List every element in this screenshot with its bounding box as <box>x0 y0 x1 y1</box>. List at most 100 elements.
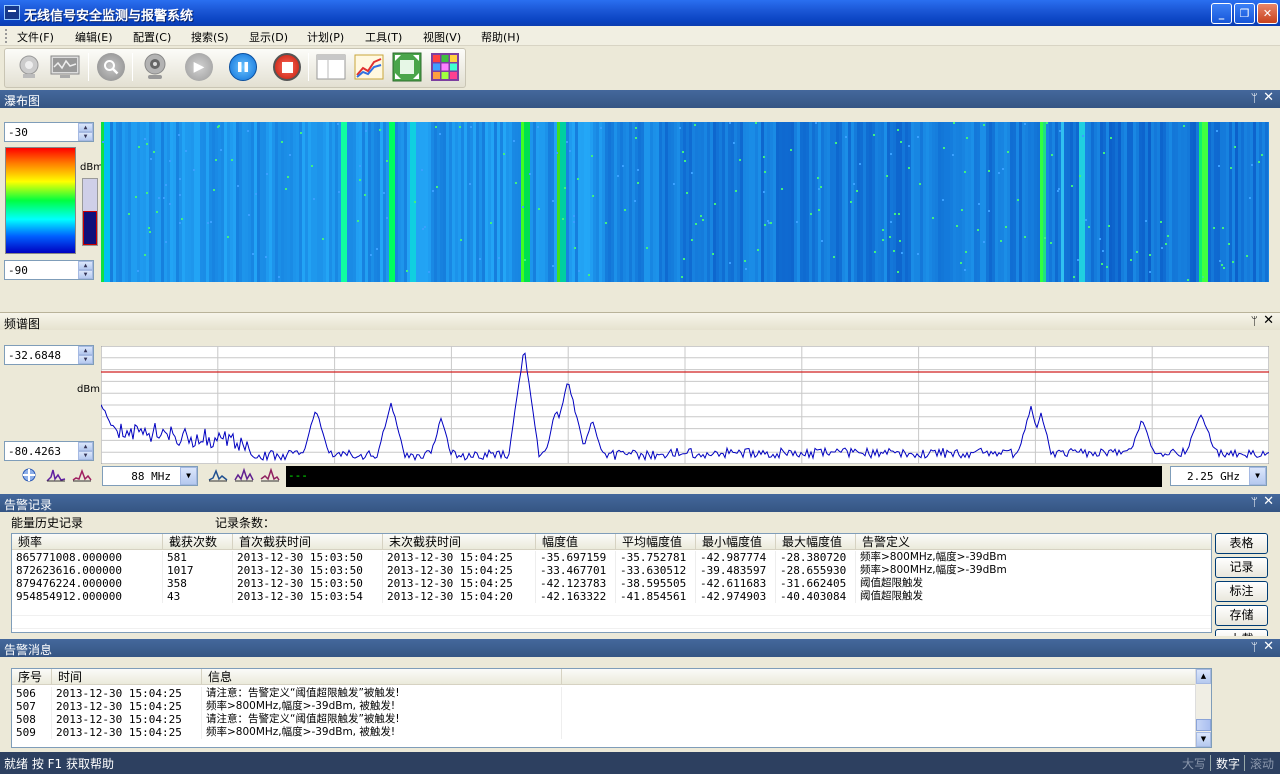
upload-button[interactable]: 上载 <box>1215 629 1268 636</box>
start-freq-select[interactable]: 88 MHz ▼ <box>102 466 198 486</box>
column-header[interactable]: 时间 <box>52 669 202 685</box>
close-button[interactable]: ✕ <box>1257 3 1278 24</box>
column-header[interactable]: 最大幅度值 <box>776 534 856 550</box>
waterfall-title: 瀑布图 <box>4 94 41 108</box>
chevron-down-icon[interactable]: ▼ <box>1249 467 1266 485</box>
waterfall-speckle <box>763 156 765 158</box>
pin-icon[interactable]: ᛘ <box>1251 495 1258 509</box>
pause-icon[interactable] <box>226 51 260 83</box>
column-header[interactable]: 幅度值 <box>536 534 616 550</box>
spin-buttons[interactable]: ▲ ▼ <box>78 346 93 364</box>
scroll-down-icon[interactable]: ▼ <box>1196 732 1211 747</box>
table-row[interactable]: 506 2013-12-30 15:04:25 请注意：告警定义“阈值超限触发”被触… <box>12 687 562 700</box>
vertical-scrollbar[interactable]: ▲ ▼ <box>1195 669 1211 747</box>
minimize-button[interactable]: _ <box>1211 3 1232 24</box>
table-row[interactable]: 879476224.000000 358 2013-12-30 15:03:50 20… <box>12 577 1211 590</box>
column-header[interactable]: 首次截获时间 <box>233 534 383 550</box>
spectrum-min-input[interactable]: -80.4263 ▲ ▼ <box>4 441 94 461</box>
alarm-messages-table[interactable]: 序号 时间 信息 ▲ ▼ 506 2013-12-30 15:04:25 请注意：告警定… <box>11 668 1212 748</box>
scroll-up-icon[interactable]: ▲ <box>1196 669 1211 684</box>
waterfall-max-input[interactable]: -30 ▲ ▼ <box>4 122 94 142</box>
annotate-button[interactable]: 标注 <box>1215 581 1268 602</box>
chart-icon[interactable] <box>352 51 386 83</box>
table-cell: 频率>800MHz,幅度>-39dBm <box>856 551 1211 564</box>
marker-peak-icon[interactable] <box>208 467 228 483</box>
table-row[interactable]: 508 2013-12-30 15:04:25 请注意：告警定义“阈值超限触发”被触… <box>12 713 562 726</box>
chevron-down-icon[interactable]: ▼ <box>180 467 197 485</box>
spectrum-max-input[interactable]: -32.6848 ▲ ▼ <box>4 345 94 365</box>
waterfall-display[interactable] <box>101 122 1269 282</box>
menu-edit[interactable]: 编辑(E) <box>75 29 113 45</box>
webcam-icon[interactable] <box>138 51 172 83</box>
play-icon[interactable]: ▶ <box>182 51 216 83</box>
palette-icon[interactable] <box>428 51 462 83</box>
pin-icon[interactable]: ᛘ <box>1251 314 1258 328</box>
waterfall-speckle <box>364 194 366 196</box>
pin-icon[interactable]: ᛘ <box>1251 91 1258 105</box>
alarm-records-table[interactable]: 频率 截获次数 首次截获时间 末次截获时间 幅度值 平均幅度值 最小幅度值 最大幅度值 告警定义… <box>11 533 1212 633</box>
waterfall-speckle <box>850 201 852 203</box>
waterfall-speckle <box>1102 250 1104 252</box>
waterfall-speckle <box>1059 130 1061 132</box>
close-icon[interactable]: ✕ <box>1263 639 1274 654</box>
stop-icon[interactable] <box>270 51 304 83</box>
spectrum-plot[interactable] <box>101 346 1269 464</box>
column-header[interactable]: 告警定义 <box>856 534 1211 550</box>
scroll-thumb[interactable] <box>1196 719 1211 731</box>
menu-help[interactable]: 帮助(H) <box>481 29 520 45</box>
column-header[interactable]: 信息 <box>202 669 562 685</box>
waterfall-speckle <box>1149 271 1151 273</box>
peak-right-icon[interactable] <box>72 467 92 483</box>
table-row[interactable]: 865771008.000000 581 2013-12-30 15:03:50 20… <box>12 551 1211 564</box>
table-row[interactable]: 954854912.000000 43 2013-12-30 15:03:54 201… <box>12 590 1211 603</box>
marker-next-icon[interactable] <box>234 467 254 483</box>
column-header[interactable]: 平均幅度值 <box>616 534 696 550</box>
waterfall-speckle <box>386 217 388 219</box>
menu-config[interactable]: 配置(C) <box>133 29 171 45</box>
spin-buttons[interactable]: ▲ ▼ <box>78 442 93 460</box>
spin-buttons[interactable]: ▲ ▼ <box>78 261 93 279</box>
table-row[interactable]: 507 2013-12-30 15:04:25 频率>800MHz,幅度>-39dB… <box>12 700 562 713</box>
search-icon[interactable] <box>94 51 128 83</box>
menu-tools[interactable]: 工具(T) <box>365 29 402 45</box>
marker-prev-icon[interactable] <box>260 467 280 483</box>
waterfall-speckle <box>953 122 955 124</box>
menu-display[interactable]: 显示(D) <box>249 29 288 45</box>
waterfall-speckle <box>179 222 181 224</box>
waterfall-panel-header: 瀑布图 ᛘ ✕ <box>0 90 1280 108</box>
menu-file[interactable]: 文件(F) <box>17 29 54 45</box>
pin-icon[interactable]: ᛘ <box>1251 640 1258 654</box>
antenna-icon[interactable] <box>12 51 46 83</box>
waterfall-speckle <box>673 183 675 185</box>
restore-button[interactable]: ❐ <box>1234 3 1255 24</box>
end-freq-select[interactable]: 2.25 GHz ▼ <box>1170 466 1267 486</box>
column-header[interactable]: 序号 <box>12 669 52 685</box>
monitor-icon[interactable] <box>48 51 82 83</box>
record-button[interactable]: 记录 <box>1215 557 1268 578</box>
column-header[interactable]: 最小幅度值 <box>696 534 776 550</box>
scale-slider-track[interactable] <box>82 178 98 246</box>
peak-left-icon[interactable] <box>46 467 66 483</box>
column-header[interactable]: 截获次数 <box>163 534 233 550</box>
column-header[interactable]: 频率 <box>12 534 163 550</box>
menu-search[interactable]: 搜索(S) <box>191 29 229 45</box>
waterfall-min-input[interactable]: -90 ▲ ▼ <box>4 260 94 280</box>
fit-icon[interactable] <box>390 51 424 83</box>
scale-slider-thumb[interactable] <box>83 211 97 245</box>
close-icon[interactable]: ✕ <box>1263 494 1274 509</box>
close-icon[interactable]: ✕ <box>1263 90 1274 105</box>
table-row[interactable]: 509 2013-12-30 15:04:25 频率>800MHz,幅度>-39dB… <box>12 726 562 739</box>
table-row[interactable]: 872623616.000000 1017 2013-12-30 15:03:50 2… <box>12 564 1211 577</box>
table-cell: -42.163322 <box>536 590 616 603</box>
window-icon[interactable] <box>314 51 348 83</box>
fit-view-icon[interactable] <box>20 467 38 483</box>
waterfall-speckle <box>893 250 895 252</box>
save-button[interactable]: 存储 <box>1215 605 1268 626</box>
menu-plan[interactable]: 计划(P) <box>307 29 344 45</box>
menu-view[interactable]: 视图(V) <box>423 29 461 45</box>
waterfall-speckle <box>764 224 766 226</box>
table-button[interactable]: 表格 <box>1215 533 1268 554</box>
column-header[interactable]: 末次截获时间 <box>383 534 536 550</box>
spin-buttons[interactable]: ▲ ▼ <box>78 123 93 141</box>
close-icon[interactable]: ✕ <box>1263 313 1274 328</box>
